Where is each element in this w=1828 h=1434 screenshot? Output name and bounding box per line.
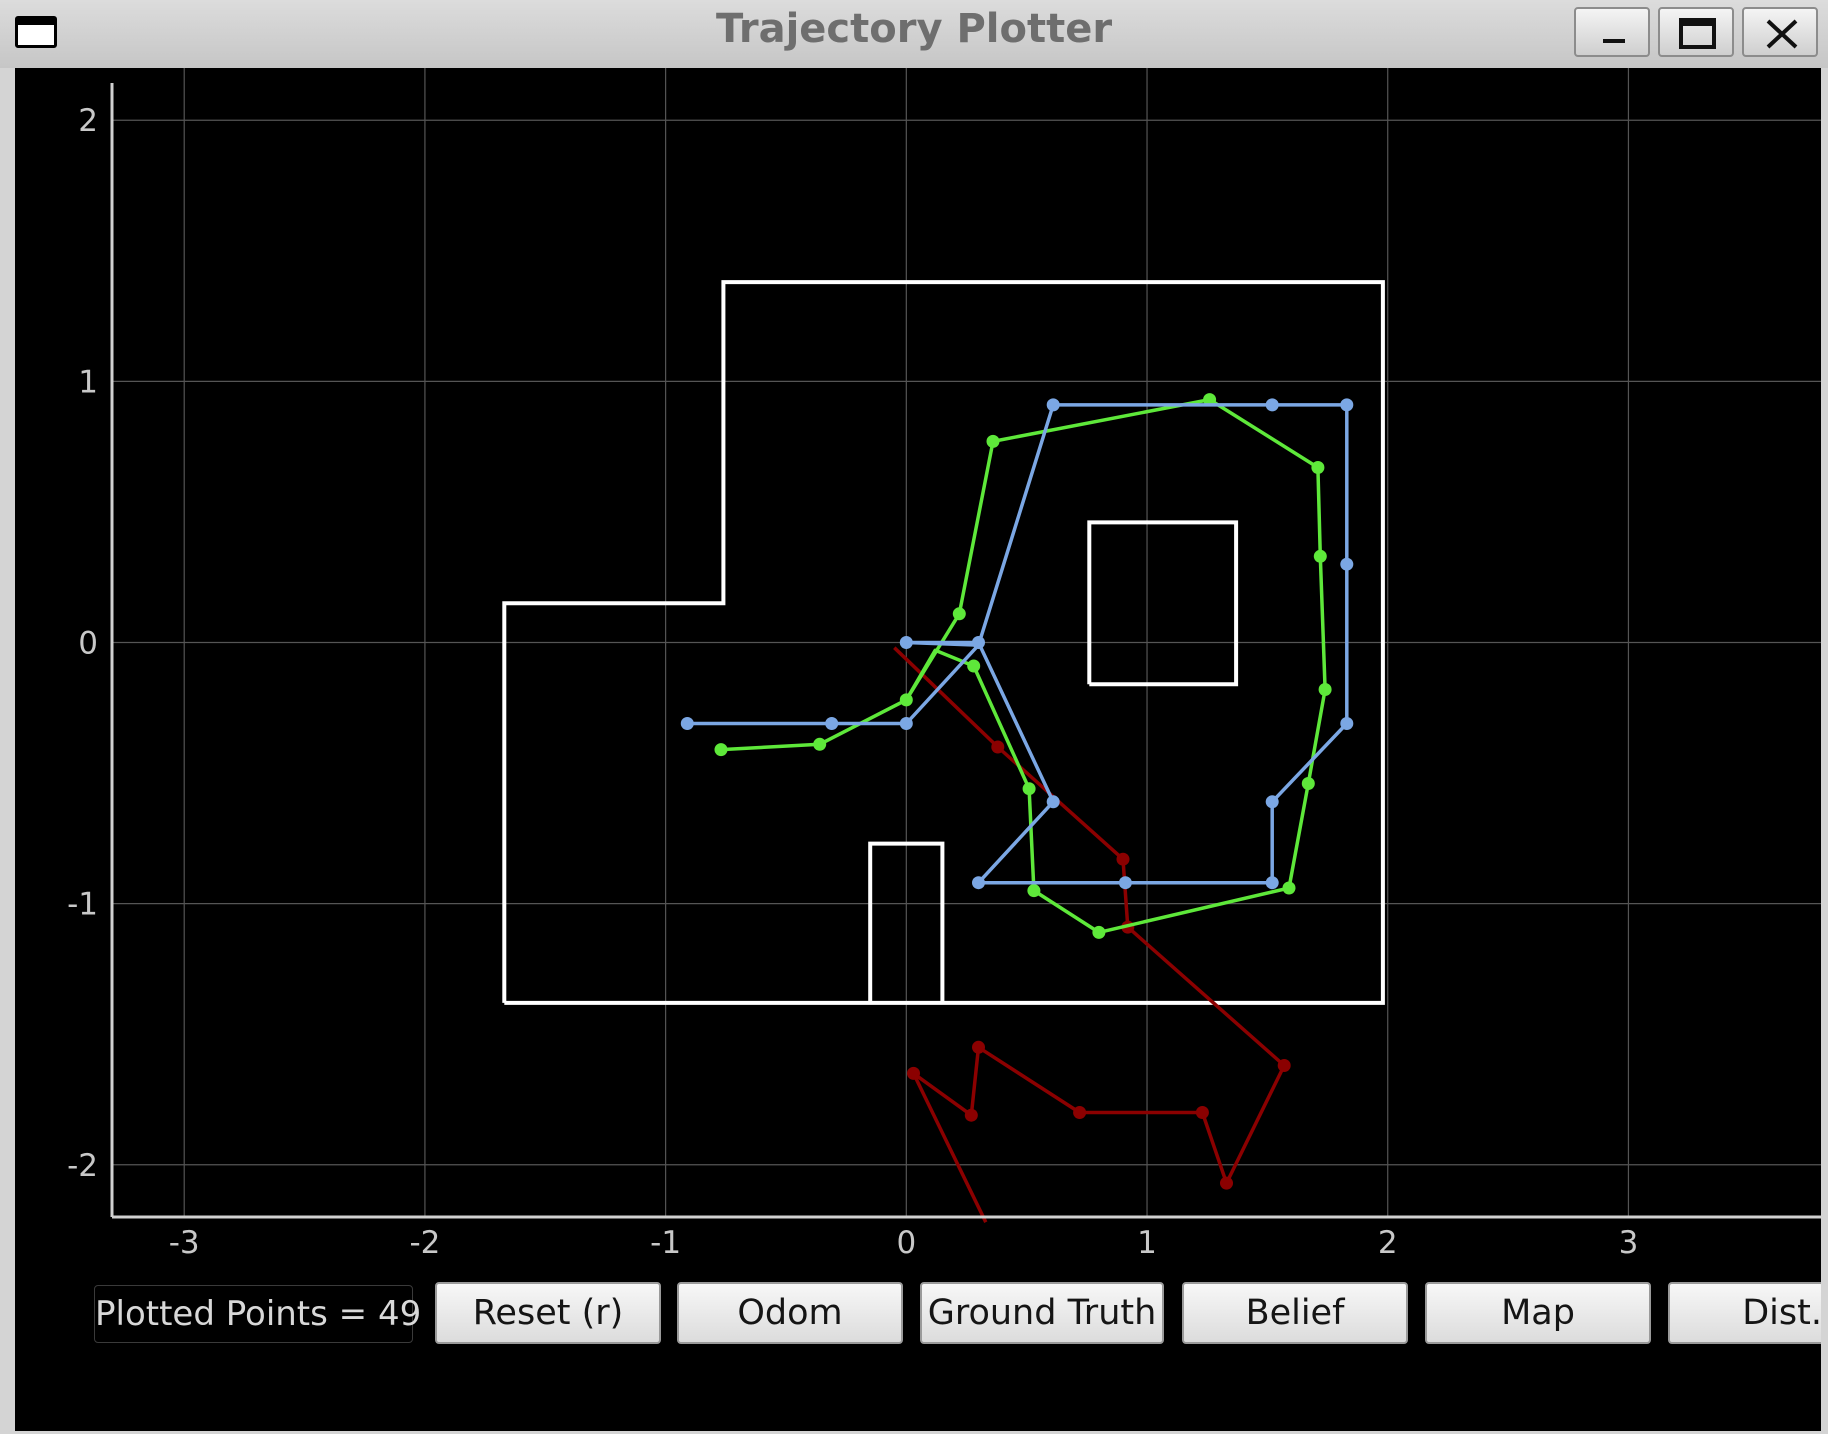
ground-truth-toggle-button[interactable]: Ground Truth (920, 1282, 1164, 1344)
odom-point (1116, 852, 1130, 866)
ground-truth-point (1313, 549, 1327, 563)
window-title: Trajectory Plotter (715, 6, 1113, 52)
maximize-icon (1679, 18, 1716, 49)
odom-point (972, 1040, 985, 1054)
odom-point (1195, 1106, 1209, 1119)
odom-point (1277, 1059, 1291, 1072)
close-button[interactable] (1742, 7, 1818, 57)
y-tick-label: 2 (78, 103, 98, 139)
belief-point (972, 876, 985, 890)
ground-truth-point (1092, 925, 1106, 939)
ground-truth-point (899, 693, 913, 707)
x-tick-label: -2 (409, 1225, 440, 1261)
ground-truth-point (967, 659, 981, 673)
reset-button[interactable]: Reset (r) (435, 1282, 661, 1344)
belief-point (1118, 876, 1132, 890)
close-icon (1766, 19, 1798, 49)
ground-truth-point (813, 737, 827, 751)
title-bar[interactable]: Trajectory Plotter (0, 0, 1828, 68)
odom-trajectory-line (893, 646, 1286, 1223)
belief-point (972, 636, 985, 649)
trajectory-plot[interactable]: -3 -2 -1 0 1 2 3 -2 -1 0 1 2 (15, 68, 1821, 1431)
belief-point (1340, 717, 1354, 730)
belief-point (1265, 876, 1279, 890)
belief-point (1046, 795, 1060, 809)
x-tick-label: 1 (1137, 1225, 1157, 1261)
belief-trajectory-line (687, 403, 1349, 885)
belief-point (899, 717, 913, 730)
map-toggle-button[interactable]: Map (1425, 1282, 1651, 1344)
minimize-button[interactable] (1574, 7, 1650, 57)
odom-point (907, 1066, 920, 1080)
belief-point (1340, 557, 1354, 571)
ground-truth-point (1027, 884, 1041, 898)
odom-point (991, 740, 1005, 754)
y-tick-label: 0 (78, 626, 98, 662)
ground-truth-point (1282, 881, 1296, 895)
belief-point (825, 717, 839, 730)
y-tick-label: -1 (67, 887, 98, 923)
belief-toggle-button[interactable]: Belief (1182, 1282, 1408, 1344)
minimize-icon (1603, 39, 1625, 43)
belief-point (1265, 398, 1279, 412)
belief-point (680, 717, 694, 730)
belief-point (1265, 795, 1279, 809)
x-tick-label: -1 (650, 1225, 681, 1261)
ground-truth-point (714, 743, 728, 757)
maximize-button[interactable] (1658, 7, 1734, 57)
odom-point (1073, 1106, 1087, 1119)
belief-point (1046, 398, 1060, 412)
x-tick-label: -3 (169, 1225, 200, 1261)
x-tick-label: 3 (1619, 1225, 1639, 1261)
belief-point (899, 636, 913, 649)
belief-point (1340, 398, 1354, 412)
odom-point (1220, 1176, 1233, 1190)
plot-window-client: -3 -2 -1 0 1 2 3 -2 -1 0 1 2 Plotted Points = 49 Re… (15, 68, 1821, 1431)
ground-truth-point (1301, 777, 1315, 790)
ground-truth-point (1311, 461, 1325, 474)
ground-truth-point (1318, 683, 1332, 696)
odom-point (964, 1108, 978, 1122)
plotted-points-readout: Plotted Points = 49 (94, 1285, 421, 1343)
map-obstacle (1087, 520, 1239, 687)
dist-toggle-button[interactable]: Dist. (1668, 1282, 1821, 1344)
x-tick-label: 2 (1378, 1225, 1398, 1261)
odom-toggle-button[interactable]: Odom (677, 1282, 903, 1344)
ground-truth-point (952, 607, 966, 621)
x-tick-label: 0 (896, 1225, 916, 1261)
y-tick-label: -2 (67, 1148, 98, 1184)
ground-truth-point (1022, 782, 1036, 796)
y-tick-label: 1 (78, 364, 98, 400)
ground-truth-point (986, 434, 1000, 448)
